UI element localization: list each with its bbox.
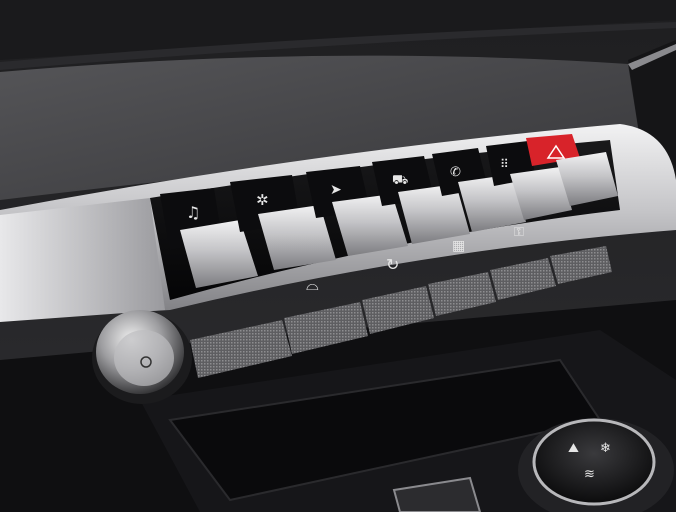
windshield-defrost-icon: ⌓ [306, 275, 319, 294]
music-note-icon: ♫ [186, 203, 200, 222]
mode-icon: ❄ [600, 441, 611, 456]
lock-icon: ⚿ [514, 225, 524, 240]
apps-grid-icon: ⠿ [500, 157, 509, 171]
navigation-arrow-icon: ➤ [330, 182, 342, 198]
chrome-end-cap [0, 198, 165, 322]
recirculation-icon: ↻ [386, 255, 399, 274]
mode-icon: ≋ [584, 467, 595, 482]
fan-icon: ✲ [256, 191, 269, 209]
console-photo: ♫ ✲ ➤ ⛟ ✆ ⠿ ⌓ ↻ ▦ ⚿ ⛰ ❄ ≋ [0, 0, 676, 512]
rear-defrost-icon: ▦ [452, 238, 465, 254]
mode-icon: ⛰ [568, 441, 579, 456]
phone-icon: ✆ [450, 165, 461, 180]
car-icon: ⛟ [392, 173, 408, 188]
